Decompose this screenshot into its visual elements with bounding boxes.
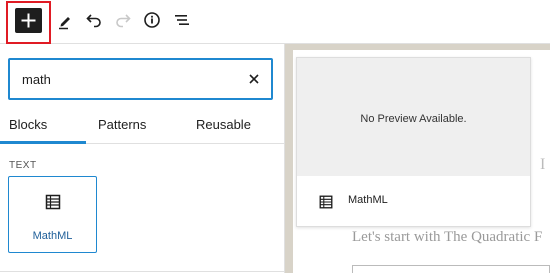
editor-paragraph[interactable]: Let's start with The Quadratic F (352, 229, 542, 246)
block-item-label: MathML (32, 230, 73, 242)
editor-toolbar (0, 0, 550, 44)
active-tab-indicator (0, 141, 86, 144)
add-block-button[interactable] (15, 8, 42, 33)
plus-icon (21, 13, 36, 28)
divider (0, 271, 284, 272)
undo-icon[interactable] (84, 10, 104, 30)
table-grid-icon (45, 194, 61, 210)
block-inserter-panel: Blocks Patterns Reusable TEXT MathML (0, 44, 285, 273)
search-input[interactable] (22, 70, 222, 88)
editor-heading-fragment: I (540, 156, 546, 173)
editor-block-outline (352, 265, 550, 273)
inserter-tabs: Blocks Patterns Reusable (0, 106, 284, 144)
preview-block-title: MathML (348, 194, 388, 206)
close-icon[interactable] (247, 72, 261, 86)
info-icon[interactable] (142, 10, 162, 30)
redo-icon[interactable] (113, 10, 133, 30)
tab-patterns[interactable]: Patterns (98, 106, 146, 144)
pencil-icon[interactable] (55, 10, 75, 30)
list-view-icon[interactable] (172, 10, 192, 30)
block-item-mathml[interactable]: MathML (8, 176, 97, 253)
category-heading: TEXT (9, 160, 37, 171)
preview-message: No Preview Available. (360, 113, 467, 125)
block-search-box[interactable] (8, 58, 273, 100)
tab-blocks[interactable]: Blocks (9, 106, 47, 144)
table-grid-icon (319, 195, 333, 209)
tab-reusable[interactable]: Reusable (196, 106, 251, 144)
block-preview-popover: No Preview Available. MathML (296, 57, 531, 227)
preview-area: No Preview Available. (297, 58, 530, 176)
